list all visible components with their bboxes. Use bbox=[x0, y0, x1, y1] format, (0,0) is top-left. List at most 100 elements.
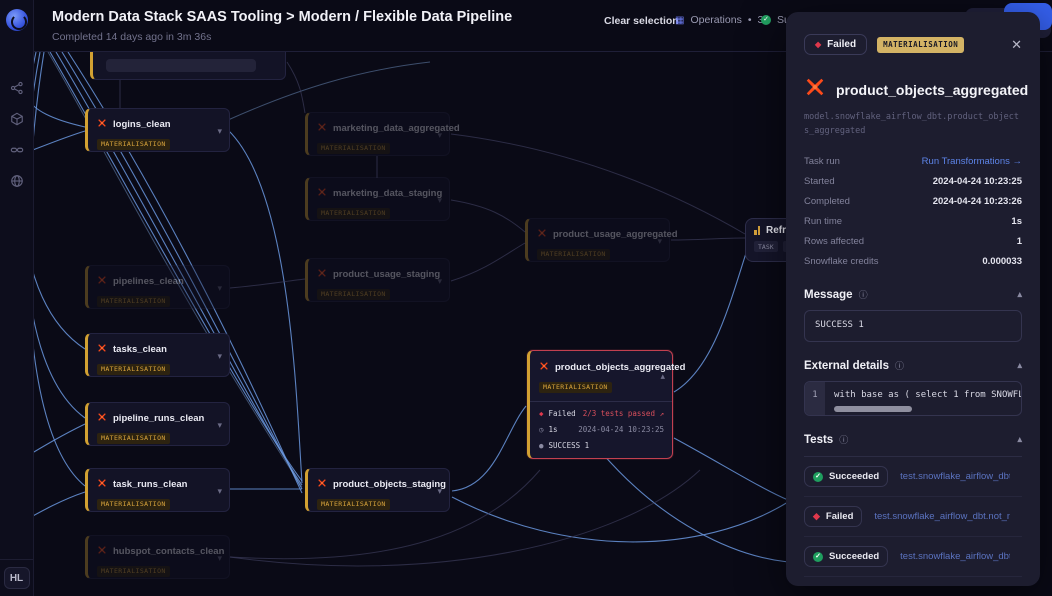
user-avatar[interactable]: HL bbox=[4, 567, 30, 589]
dbt-icon bbox=[539, 358, 549, 376]
dbt-icon bbox=[804, 76, 826, 103]
dbt-icon bbox=[97, 115, 107, 133]
model-path: model.snowflake_airflow_dbt.product_obje… bbox=[804, 111, 1022, 138]
node-type-badge: MATERIALISATION bbox=[97, 499, 170, 510]
tests-summary-link[interactable]: 2/3 tests passed ↗ bbox=[583, 409, 664, 418]
node-title: pipeline_runs_clean bbox=[113, 413, 204, 424]
succeeded-check-icon: ✓ bbox=[761, 15, 771, 25]
test-status-badge: ✓Succeeded bbox=[804, 546, 888, 567]
chevron-down-icon[interactable]: ▾ bbox=[217, 486, 222, 497]
test-link[interactable]: test.snowflake_airflow_dbt.unique_pro bbox=[900, 471, 1010, 482]
failed-diamond-icon: ◆ bbox=[815, 40, 821, 49]
dag-node-product_objects_staging[interactable]: product_objects_staging▾ MATERIALISATION bbox=[305, 468, 450, 512]
info-icon[interactable]: ⓘ bbox=[839, 433, 848, 446]
dbt-icon bbox=[97, 340, 107, 358]
info-icon[interactable]: ⓘ bbox=[895, 359, 904, 372]
chevron-down-icon[interactable]: ▾ bbox=[437, 486, 442, 497]
status-dot-icon: ● bbox=[539, 441, 544, 450]
dag-node-marketing_data_staging[interactable]: marketing_data_staging▾MATERIALISATION bbox=[305, 177, 450, 221]
test-link[interactable]: test.snowflake_airflow_dbt.not_null_pr bbox=[900, 551, 1010, 562]
node-type-badge: MATERIALISATION bbox=[97, 296, 170, 307]
collapse-icon[interactable]: ▴ bbox=[660, 371, 665, 382]
node-type-badge: MATERIALISATION bbox=[317, 499, 390, 510]
chevron-down-icon[interactable]: ▾ bbox=[217, 283, 222, 294]
field-value: 2024-04-24 10:23:26 bbox=[933, 196, 1022, 207]
detail-field-row: Snowflake credits 0.000033 bbox=[804, 251, 1022, 271]
dbt-icon bbox=[317, 184, 327, 202]
field-value[interactable]: Run Transformations → bbox=[922, 156, 1022, 167]
page-title: Modern Data Stack SAAS Tooling > Modern … bbox=[52, 9, 512, 25]
dag-node-product-objects-aggregated-selected[interactable]: product_objects_aggregated ▴ MATERIALISA… bbox=[527, 350, 673, 459]
dag-node-tasks_clean[interactable]: tasks_clean▾MATERIALISATION bbox=[85, 333, 230, 377]
node-title: product_usage_staging bbox=[333, 269, 440, 280]
detail-fields: Task runRun Transformations →Started2024… bbox=[804, 151, 1022, 271]
app-logo[interactable] bbox=[6, 9, 28, 31]
info-icon[interactable]: ⓘ bbox=[859, 288, 868, 301]
node-type-badge: MATERIALISATION bbox=[97, 364, 170, 375]
collapse-icon[interactable]: ▴ bbox=[1017, 289, 1022, 300]
test-status-badge: ✓Succeeded bbox=[804, 466, 888, 487]
node-message: SUCCESS 1 bbox=[549, 441, 590, 450]
clock-icon: ◷ bbox=[539, 425, 544, 434]
chevron-down-icon[interactable]: ▾ bbox=[437, 130, 442, 141]
connections-link-icon[interactable] bbox=[10, 143, 24, 157]
collapse-icon[interactable]: ▴ bbox=[1017, 434, 1022, 445]
chart-icon bbox=[754, 226, 760, 235]
detail-field-row: Rows affected 1 bbox=[804, 231, 1022, 251]
dag-node-product_usage_staging[interactable]: product_usage_staging▾MATERIALISATION bbox=[305, 258, 450, 302]
field-label: Rows affected bbox=[804, 236, 864, 247]
pipelines-graph-icon[interactable] bbox=[10, 81, 24, 95]
dag-node-hubspot_contacts_clean[interactable]: hubspot_contacts_clean▾MATERIALISATION bbox=[85, 535, 230, 579]
field-label: Run time bbox=[804, 216, 842, 227]
operations-filter[interactable]: ▦ Operations • 35 bbox=[675, 14, 769, 26]
data-globe-icon[interactable] bbox=[10, 174, 24, 188]
field-label: Started bbox=[804, 176, 835, 187]
dag-node-logins_clean[interactable]: logins_clean ▾ MATERIALISATION bbox=[85, 108, 230, 152]
node-title: product_objects_staging bbox=[333, 479, 446, 490]
chevron-down-icon[interactable]: ▾ bbox=[657, 236, 662, 247]
test-row: ✓Succeeded test.snowflake_airflow_dbt.not… bbox=[804, 537, 1022, 577]
message-section: Message ⓘ ▴ SUCCESS 1 bbox=[804, 288, 1022, 342]
detail-field-row: Run time1s bbox=[804, 211, 1022, 231]
chevron-down-icon[interactable]: ▾ bbox=[217, 126, 222, 137]
field-label: Snowflake credits bbox=[804, 256, 878, 267]
integrations-cube-icon[interactable] bbox=[10, 112, 24, 126]
node-title: hubspot_contacts_clean bbox=[113, 546, 224, 557]
node-type-badge: MATERIALISATION bbox=[97, 139, 170, 150]
dag-node-pipelines_clean[interactable]: pipelines_clean ▾ MATERIALISATION bbox=[85, 265, 230, 309]
test-row: ✓Succeeded test.snowflake_airflow_dbt.uni… bbox=[804, 457, 1022, 497]
field-value: 1 bbox=[1017, 236, 1022, 247]
node-run-time: 1s bbox=[549, 425, 558, 434]
dbt-icon bbox=[537, 225, 547, 243]
tests-heading: Tests bbox=[804, 434, 833, 446]
node-title: pipelines_clean bbox=[113, 276, 184, 287]
detail-field-row: Completed2024-04-24 10:23:26 bbox=[804, 191, 1022, 211]
field-value: 0.000033 bbox=[982, 256, 1022, 267]
clear-selection-button[interactable]: Clear selection bbox=[604, 15, 679, 27]
external-details-section: External details ⓘ ▴ 1 with base as ( se… bbox=[804, 359, 1022, 416]
dbt-icon bbox=[317, 475, 327, 493]
chevron-down-icon[interactable]: ▾ bbox=[217, 351, 222, 362]
horizontal-scrollbar[interactable] bbox=[834, 406, 912, 412]
test-link[interactable]: test.snowflake_airflow_dbt.not_null_pr bbox=[874, 511, 1010, 522]
detail-field-row: Task runRun Transformations → bbox=[804, 151, 1022, 171]
dag-node-task_runs_clean[interactable]: task_runs_clean▾MATERIALISATION bbox=[85, 468, 230, 512]
dag-node-pipeline_runs_clean[interactable]: pipeline_runs_clean▾MATERIALISATION bbox=[85, 402, 230, 446]
node-timestamp: 2024-04-24 10:23:25 bbox=[578, 425, 664, 434]
chevron-down-icon[interactable]: ▾ bbox=[217, 553, 222, 564]
dag-node-product_usage_aggregated[interactable]: product_usage_aggregated▾MATERIALISATION bbox=[525, 218, 670, 262]
collapse-icon[interactable]: ▴ bbox=[1017, 360, 1022, 371]
tests-section: Tests ⓘ ▴ ✓Succeeded test.snowflake_airfl… bbox=[804, 433, 1022, 577]
chevron-down-icon[interactable]: ▾ bbox=[437, 195, 442, 206]
detail-field-row: Started2024-04-24 10:23:25 bbox=[804, 171, 1022, 191]
test-status-label: Succeeded bbox=[829, 551, 879, 562]
bullet: • bbox=[748, 14, 752, 26]
node-type-badge: TASK bbox=[754, 241, 778, 252]
chevron-down-icon[interactable]: ▾ bbox=[437, 276, 442, 287]
dag-node-marketing_data_aggregated[interactable]: marketing_data_aggregated▾MATERIALISATIO… bbox=[305, 112, 450, 156]
close-icon[interactable]: ✕ bbox=[1011, 37, 1022, 53]
node-title: logins_clean bbox=[113, 119, 171, 130]
status-badge: ◆ Failed bbox=[804, 34, 867, 55]
failed-diamond-icon: ◆ bbox=[539, 409, 544, 418]
chevron-down-icon[interactable]: ▾ bbox=[217, 420, 222, 431]
